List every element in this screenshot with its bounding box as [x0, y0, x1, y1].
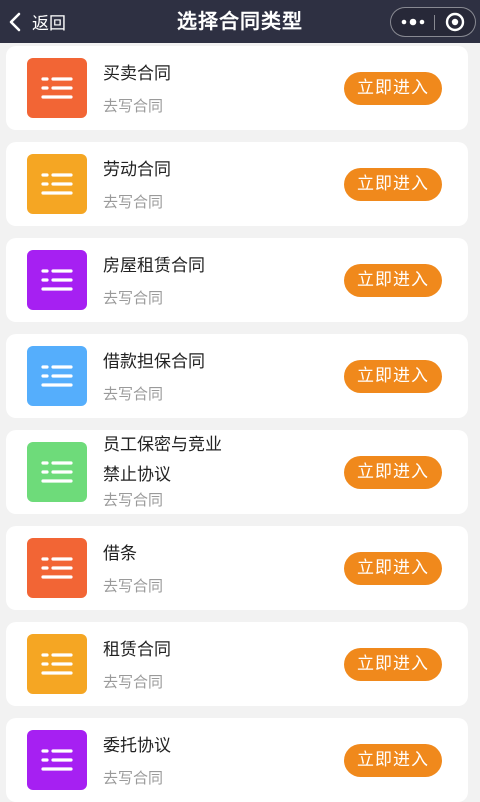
- contract-icon-box: [27, 538, 87, 598]
- chevron-left-icon: [9, 12, 21, 31]
- contract-card[interactable]: 借条去写合同 立即进入: [6, 526, 468, 610]
- contract-card[interactable]: 劳动合同去写合同 立即进入: [6, 142, 468, 226]
- document-lines-icon: [41, 653, 73, 675]
- document-lines-icon: [41, 77, 73, 99]
- document-lines-icon: [41, 749, 73, 771]
- document-lines-icon: [41, 173, 73, 195]
- contract-icon-box: [27, 58, 87, 118]
- mini-program-capsule: [390, 7, 476, 37]
- enter-button[interactable]: 立即进入: [344, 72, 442, 105]
- contract-icon-box: [27, 634, 87, 694]
- contract-name: 借条: [103, 544, 137, 564]
- enter-button[interactable]: 立即进入: [344, 552, 442, 585]
- contract-card[interactable]: 员工保密与竞业禁止协议去写合同 立即进入: [6, 430, 468, 514]
- contract-icon-box: [27, 346, 87, 406]
- enter-button[interactable]: 立即进入: [344, 168, 442, 201]
- contract-icon-box: [27, 154, 87, 214]
- contract-subtitle: 去写合同: [103, 769, 164, 787]
- contract-icon-box: [27, 250, 87, 310]
- contract-name: 员工保密与竞业禁止协议: [103, 435, 222, 485]
- enter-button[interactable]: 立即进入: [344, 456, 442, 489]
- contract-card[interactable]: 买卖合同去写合同 立即进入: [6, 46, 468, 130]
- contract-name: 劳动合同: [103, 160, 171, 180]
- document-lines-icon: [41, 557, 73, 579]
- contract-subtitle: 去写合同: [103, 193, 164, 211]
- close-button[interactable]: [435, 8, 475, 36]
- contract-card[interactable]: 借款担保合同 去写合同 立即进入: [6, 334, 468, 418]
- contract-card[interactable]: 租赁合同去写合同 立即进入: [6, 622, 468, 706]
- document-lines-icon: [41, 461, 73, 483]
- contract-card[interactable]: 房屋租赁合同 去写合同 立即进入: [6, 238, 468, 322]
- contract-subtitle: 去写合同: [103, 97, 164, 115]
- more-dots-icon: [401, 18, 424, 26]
- enter-button[interactable]: 立即进入: [344, 648, 442, 681]
- document-lines-icon: [41, 269, 73, 291]
- target-close-icon: [445, 12, 465, 32]
- contract-name: 委托协议: [103, 736, 171, 756]
- contract-subtitle: 去写合同: [103, 673, 164, 691]
- contract-subtitle: 去写合同: [103, 491, 164, 509]
- navigation-bar: 返回 选择合同类型: [0, 0, 480, 43]
- contract-name: 买卖合同: [103, 64, 171, 84]
- contract-name: 租赁合同: [103, 640, 171, 660]
- more-button[interactable]: [391, 8, 434, 36]
- document-lines-icon: [41, 365, 73, 387]
- contract-icon-box: [27, 442, 87, 502]
- contract-icon-box: [27, 730, 87, 790]
- contract-name: 房屋租赁合同: [103, 256, 205, 276]
- back-button[interactable]: 返回: [6, 0, 66, 43]
- enter-button[interactable]: 立即进入: [344, 264, 442, 297]
- contract-name: 借款担保合同: [103, 352, 205, 372]
- back-label: 返回: [32, 14, 66, 34]
- contract-subtitle: 去写合同: [103, 385, 164, 403]
- enter-button[interactable]: 立即进入: [344, 744, 442, 777]
- contract-card[interactable]: 委托协议去写合同 立即进入: [6, 718, 468, 802]
- contract-subtitle: 去写合同: [103, 289, 164, 307]
- contract-subtitle: 去写合同: [103, 577, 164, 595]
- enter-button[interactable]: 立即进入: [344, 360, 442, 393]
